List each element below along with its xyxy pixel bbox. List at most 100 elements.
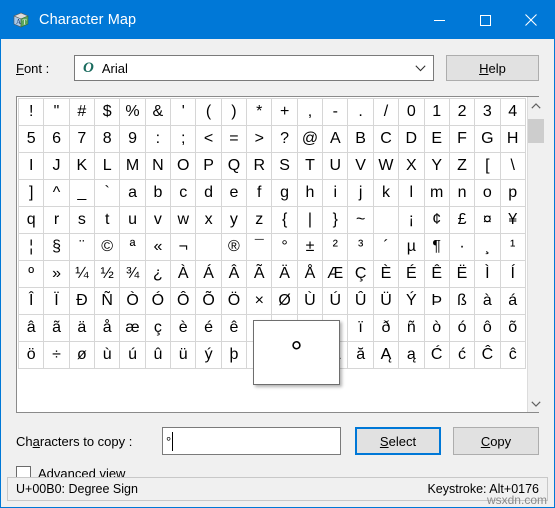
character-cell[interactable]: U	[322, 152, 349, 180]
character-cell[interactable]: n	[448, 179, 476, 207]
character-cell[interactable]: -	[322, 98, 349, 126]
character-cell[interactable]: ±	[296, 233, 324, 261]
character-cell[interactable]: Ô	[170, 287, 197, 315]
close-button[interactable]	[508, 1, 554, 39]
character-cell[interactable]: ½	[94, 260, 121, 288]
character-cell[interactable]: ´	[372, 233, 400, 261]
character-cell[interactable]: $	[94, 98, 121, 126]
character-cell[interactable]: Ë	[448, 260, 476, 288]
character-cell[interactable]: Ç	[347, 260, 374, 288]
copy-button[interactable]: Copy	[453, 427, 539, 455]
character-cell[interactable]: |	[296, 206, 324, 234]
character-cell[interactable]: A	[322, 125, 349, 153]
character-cell[interactable]: ê	[220, 314, 248, 342]
character-cell[interactable]: J	[43, 152, 70, 180]
character-cell[interactable]: `	[94, 179, 121, 207]
character-cell[interactable]: Ì	[474, 260, 501, 288]
character-cell[interactable]: Ó	[144, 287, 172, 315]
character-cell[interactable]: Y	[423, 152, 450, 180]
character-cell[interactable]: Ã	[246, 260, 273, 288]
character-cell[interactable]: ß	[448, 287, 476, 315]
character-cell[interactable]: ă	[347, 341, 374, 369]
character-cell[interactable]: ^	[43, 179, 70, 207]
character-cell[interactable]: #	[68, 98, 96, 126]
character-cell[interactable]: W	[372, 152, 400, 180]
character-cell[interactable]: ¯	[246, 233, 273, 261]
character-cell[interactable]: x	[195, 206, 222, 234]
character-cell[interactable]: b	[144, 179, 172, 207]
character-cell[interactable]: ð	[372, 314, 400, 342]
character-cell[interactable]: X	[398, 152, 425, 180]
character-cell[interactable]: N	[144, 152, 172, 180]
character-cell[interactable]: þ	[220, 341, 248, 369]
character-cell[interactable]: ¦	[17, 233, 45, 261]
character-cell[interactable]: Â	[220, 260, 248, 288]
character-cell[interactable]: g	[271, 179, 298, 207]
characters-to-copy-input[interactable]: °	[162, 427, 341, 455]
character-cell[interactable]: £	[448, 206, 476, 234]
character-cell[interactable]: Q	[220, 152, 248, 180]
character-cell[interactable]: ù	[94, 341, 121, 369]
character-cell[interactable]: µ	[398, 233, 425, 261]
character-cell[interactable]: +	[271, 98, 298, 126]
character-cell[interactable]: À	[170, 260, 197, 288]
character-cell[interactable]: G	[474, 125, 501, 153]
character-cell[interactable]: F	[448, 125, 476, 153]
character-cell[interactable]: q	[17, 206, 45, 234]
character-cell[interactable]: z	[246, 206, 273, 234]
character-cell[interactable]: D	[398, 125, 425, 153]
character-cell[interactable]: L	[94, 152, 121, 180]
character-cell[interactable]: Ą	[372, 341, 400, 369]
character-cell[interactable]: Û	[347, 287, 374, 315]
character-cell[interactable]: Ò	[119, 287, 146, 315]
character-cell[interactable]: M	[119, 152, 146, 180]
character-cell[interactable]: t	[94, 206, 121, 234]
character-cell[interactable]: Ð	[68, 287, 96, 315]
chevron-down-icon[interactable]	[527, 395, 545, 412]
character-cell[interactable]: Ù	[296, 287, 324, 315]
chevron-up-icon[interactable]	[527, 97, 545, 114]
character-cell[interactable]: ú	[119, 341, 146, 369]
character-cell[interactable]: v	[144, 206, 172, 234]
character-cell[interactable]: «	[144, 233, 172, 261]
scrollbar-track[interactable]	[527, 114, 545, 395]
character-cell[interactable]: Ć	[423, 341, 450, 369]
character-cell[interactable]: ­	[195, 233, 222, 261]
character-cell[interactable]: f	[246, 179, 273, 207]
chevron-down-icon[interactable]	[407, 64, 433, 72]
character-cell[interactable]: ¤	[474, 206, 501, 234]
character-cell[interactable]: é	[195, 314, 222, 342]
character-cell[interactable]: !	[17, 98, 45, 126]
character-cell[interactable]: 0	[398, 98, 425, 126]
character-cell[interactable]: 2	[448, 98, 476, 126]
character-cell[interactable]: ö	[17, 341, 45, 369]
character-cell[interactable]: ç	[144, 314, 172, 342]
character-cell[interactable]: ã	[43, 314, 70, 342]
minimize-button[interactable]	[416, 1, 462, 39]
character-cell[interactable]: ć	[448, 341, 476, 369]
character-cell[interactable]: Ĉ	[474, 341, 501, 369]
select-button[interactable]: Select	[355, 427, 441, 455]
character-cell[interactable]: ¡	[398, 206, 425, 234]
character-cell[interactable]: È	[372, 260, 400, 288]
character-cell[interactable]: Á	[195, 260, 222, 288]
character-cell[interactable]: p	[499, 179, 526, 207]
character-cell[interactable]: .	[347, 98, 374, 126]
character-cell[interactable]: E	[423, 125, 450, 153]
character-cell[interactable]: ø	[68, 341, 96, 369]
character-cell[interactable]: {	[271, 206, 298, 234]
character-cell[interactable]: i	[322, 179, 349, 207]
character-cell[interactable]: â	[17, 314, 45, 342]
help-button[interactable]: Help	[446, 55, 539, 81]
character-cell[interactable]: 4	[499, 98, 526, 126]
character-cell[interactable]: (	[195, 98, 222, 126]
character-cell[interactable]: ¶	[423, 233, 450, 261]
character-cell[interactable]: ¥	[499, 206, 526, 234]
character-cell[interactable]: u	[119, 206, 146, 234]
character-cell[interactable]: ª	[119, 233, 146, 261]
character-cell[interactable]: ¾	[119, 260, 146, 288]
character-cell[interactable]: d	[195, 179, 222, 207]
character-cell[interactable]: m	[423, 179, 450, 207]
character-cell[interactable]: ;	[170, 125, 197, 153]
character-cell[interactable]: Ñ	[94, 287, 121, 315]
